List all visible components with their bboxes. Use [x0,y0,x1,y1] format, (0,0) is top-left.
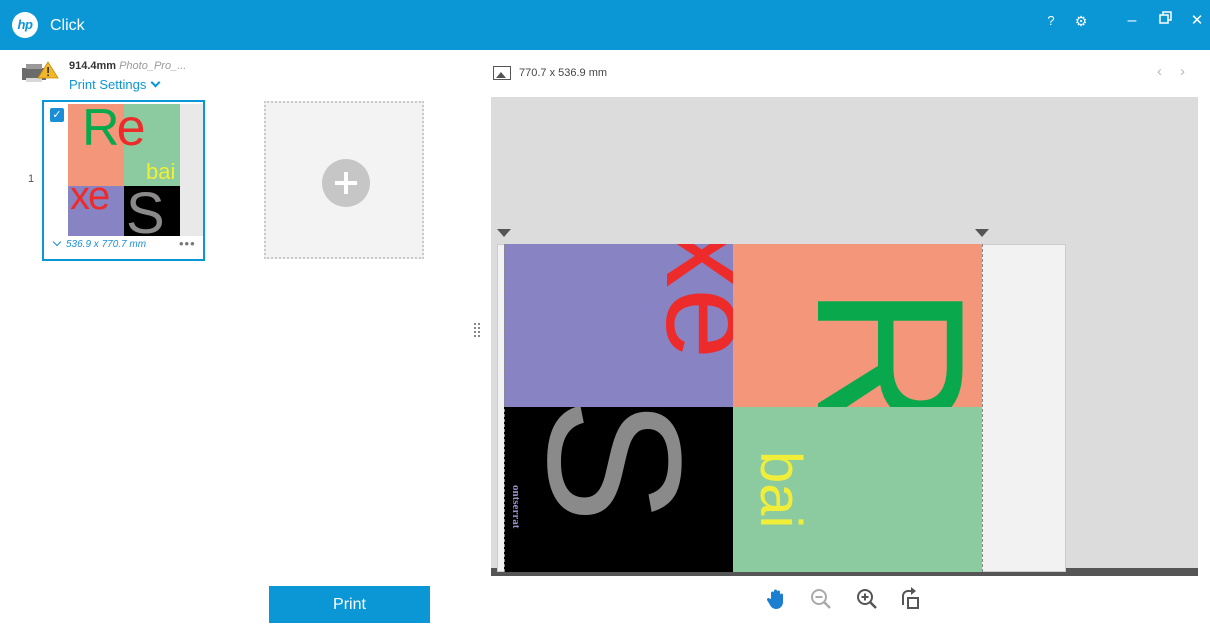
thumb-text-s: S [126,181,165,237]
printer-warning-icon[interactable] [22,60,60,84]
job-size-dropdown[interactable]: 536.9 x 770.7 mm [52,237,147,250]
chevron-left-icon[interactable]: ‹ [1157,63,1162,80]
select-checkbox[interactable]: ✓ [50,108,64,122]
thumbnail-image: Re Re bai xe S [68,104,180,236]
restore-button[interactable] [1155,11,1177,31]
app-title: Click [50,17,85,34]
thumbnail-margin [180,104,203,236]
chevron-right-icon[interactable]: › [1180,63,1185,80]
quad-salmon: Re Re [733,244,982,407]
job-size-label: 536.9 x 770.7 mm [66,239,147,250]
zoom-out-icon[interactable] [808,586,834,612]
thumb-text-re-tail: e [116,104,146,157]
cut-line-right [982,244,983,572]
print-button[interactable]: Print [269,586,430,623]
title-bar: hp Click ? ⚙ – ✕ [0,0,1210,50]
text-s: S [508,407,720,524]
printer-roll-info: 914.4mm Photo_Pro_... [69,60,186,72]
quad-black: S ontserrat [504,407,733,572]
hand-icon[interactable] [764,586,790,612]
quad-purple: xe [504,244,733,407]
job-thumbnail-card[interactable]: Re Re bai xe S ✓ 536.9 x 770.7 mm ••• [42,100,205,261]
more-options-button[interactable]: ••• [179,236,196,251]
drag-handle-icon[interactable] [474,323,482,339]
rotate-icon[interactable] [898,586,924,612]
print-settings-label: Print Settings [69,77,147,92]
zoom-in-icon[interactable] [854,586,880,612]
close-button[interactable]: ✕ [1186,11,1208,31]
chevron-down-icon [52,237,62,247]
page-number: 1 [28,173,35,185]
restore-icon [1159,11,1172,24]
add-file-card[interactable] [264,101,424,259]
media-dimensions: 770.7 x 536.9 mm [519,67,608,79]
settings-gear-icon[interactable]: ⚙ [1070,11,1092,31]
cut-line-left [504,244,505,572]
plus-icon[interactable] [322,159,370,207]
image-icon [493,66,511,80]
right-margin-marker-icon[interactable] [975,229,989,237]
thumb-text-re: Re [82,104,146,158]
text-xe: xe [639,244,733,360]
montserrat-logo-text: ontserrat [510,485,522,529]
hp-logo: hp [12,12,38,38]
quad-green: bai [733,407,982,572]
chevron-down-icon [150,77,161,88]
text-re: Re [773,284,982,407]
text-bai: bai [748,451,813,529]
help-button[interactable]: ? [1040,11,1062,31]
print-image[interactable]: xe Re Re S ontserrat bai [504,244,982,572]
minimize-button[interactable]: – [1121,11,1143,31]
media-type: Photo_Pro_... [119,60,187,72]
roll-size: 914.4mm [69,60,117,72]
thumb-text-xe: xe [70,174,110,218]
print-settings-dropdown[interactable]: Print Settings [69,77,161,92]
left-margin-marker-icon[interactable] [497,229,511,237]
